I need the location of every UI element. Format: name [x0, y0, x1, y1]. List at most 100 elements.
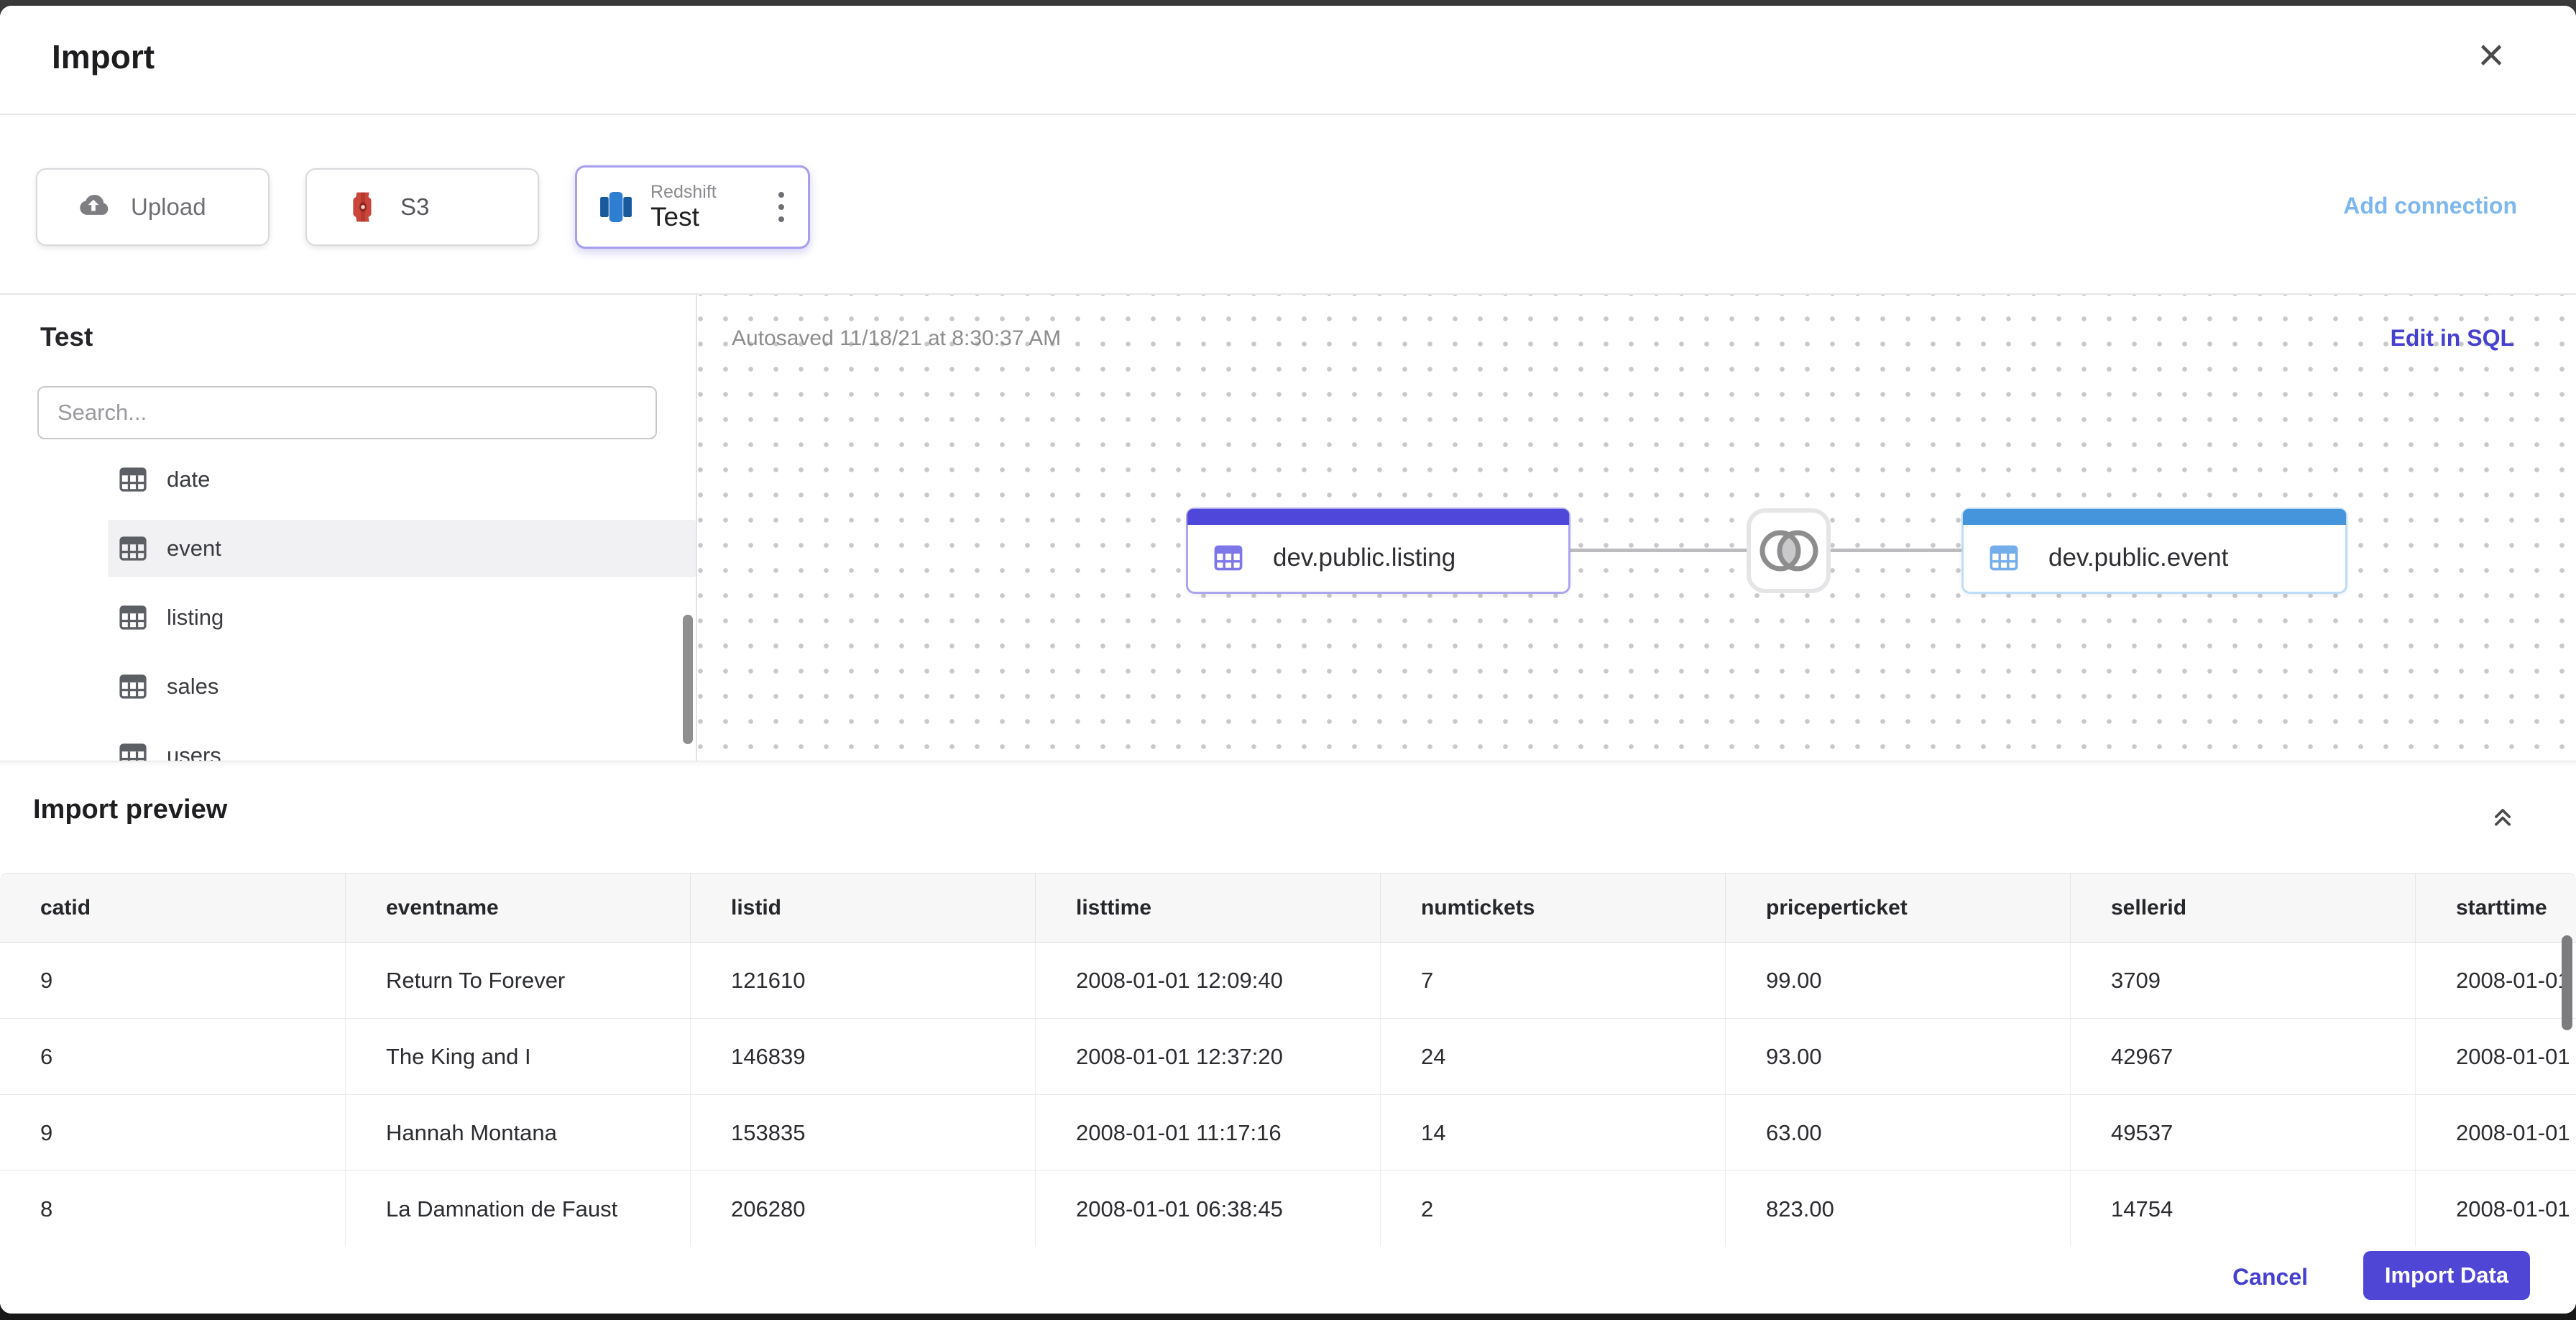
- table-icon: [1211, 541, 1246, 575]
- table-cell: The King and I: [345, 1019, 690, 1094]
- node-label: dev.public.event: [2048, 544, 2229, 572]
- sidebar-item-event[interactable]: event: [108, 520, 696, 577]
- upload-label: Upload: [131, 193, 206, 220]
- table-cell: 2008-01-01 1: [2415, 1019, 2576, 1094]
- node-label: dev.public.listing: [1273, 544, 1456, 572]
- table-cell: 2008-01-01 1: [2415, 943, 2576, 1018]
- table-icon: [116, 601, 150, 634]
- sidebar-item-listing[interactable]: listing: [108, 589, 696, 646]
- import-data-button[interactable]: Import Data: [2363, 1251, 2530, 1300]
- autosave-status: Autosaved 11/18/21 at 8:30:37 AM: [732, 326, 1062, 350]
- table-cell: 206280: [690, 1171, 1035, 1247]
- table-icon: [1987, 541, 2021, 575]
- column-header-listid: listid: [690, 874, 1035, 942]
- column-header-sellerid: sellerid: [2070, 874, 2415, 942]
- table-cell: 2008-01-01 12:09:40: [1035, 943, 1380, 1018]
- column-header-starttime: starttime: [2415, 874, 2576, 942]
- redshift-source-button[interactable]: Redshift Test: [575, 165, 810, 249]
- table-name: sales: [167, 674, 219, 699]
- source-picker-row: Upload S3 Redshift Test Add connection: [0, 115, 2576, 295]
- kebab-menu-icon[interactable]: [773, 186, 790, 228]
- node-dev-public-listing[interactable]: dev.public.listing: [1186, 508, 1570, 594]
- node-dev-public-event[interactable]: dev.public.event: [1961, 508, 2347, 594]
- table-cell: 7: [1380, 943, 1725, 1018]
- collapse-chevrons-icon[interactable]: [2483, 796, 2523, 836]
- table-icon: [116, 532, 150, 565]
- table-cell: 121610: [690, 943, 1035, 1018]
- sidebar-item-sales[interactable]: sales: [108, 658, 696, 715]
- dialog-footer: Cancel Import Data: [0, 1247, 2576, 1314]
- table-name: listing: [167, 605, 224, 630]
- connection-title: Test: [40, 322, 93, 352]
- s3-source-button[interactable]: S3: [305, 168, 539, 246]
- table-cell: 823.00: [1725, 1171, 2070, 1247]
- table-cell: 2008-01-01 12:37:20: [1035, 1019, 1380, 1094]
- table-cell: 2008-01-01 11:17:16: [1035, 1095, 1380, 1170]
- table-icon: [116, 739, 150, 761]
- edit-in-sql-link[interactable]: Edit in SQL: [2391, 325, 2514, 352]
- table-row: 6 The King and I 146839 2008-01-01 12:37:20…: [0, 1019, 2576, 1095]
- table-row: 8 La Damnation de Faust 206280 2008-01-01 0…: [0, 1171, 2576, 1247]
- preview-table: catid eventname listid listtime numtickets pr…: [0, 873, 2576, 1247]
- table-cell: 49537: [2070, 1095, 2415, 1170]
- sidebar-item-users[interactable]: users: [108, 727, 696, 761]
- table-icon: [116, 463, 150, 496]
- column-header-eventname: eventname: [345, 874, 690, 942]
- sidebar-scrollbar[interactable]: [683, 615, 693, 744]
- upload-source-button[interactable]: Upload: [36, 168, 270, 246]
- table-cell: 2008-01-01 1: [2415, 1171, 2576, 1247]
- table-cell: 9: [40, 967, 53, 993]
- node-accent-bar: [1187, 509, 1569, 525]
- join-icon[interactable]: [1747, 508, 1831, 593]
- import-preview-title: Import preview: [33, 794, 228, 825]
- table-list: date event listing sales users: [0, 451, 696, 761]
- table-cell: 146839: [690, 1019, 1035, 1094]
- table-cell: 63.00: [1725, 1095, 2070, 1170]
- table-cell: 6: [40, 1043, 53, 1069]
- table-cell: Hannah Montana: [345, 1095, 690, 1170]
- search-input[interactable]: [37, 386, 657, 439]
- table-cell: 99.00: [1725, 943, 2070, 1018]
- table-cell: 24: [1380, 1019, 1725, 1094]
- table-cell: 9: [40, 1119, 53, 1145]
- sidebar-item-date[interactable]: date: [108, 451, 696, 508]
- table-row: 9 Return To Forever 121610 2008-01-01 12:09…: [0, 943, 2576, 1019]
- upload-cloud-icon: [75, 188, 112, 226]
- cancel-button[interactable]: Cancel: [2232, 1264, 2308, 1291]
- table-name: users: [167, 743, 221, 761]
- table-cell: 14: [1380, 1095, 1725, 1170]
- column-header-catid: catid: [40, 895, 91, 920]
- preview-table-body: 9 Return To Forever 121610 2008-01-01 12:09…: [0, 943, 2576, 1247]
- table-cell: 3709: [2070, 943, 2415, 1018]
- table-icon: [116, 670, 150, 703]
- workspace: Test date event listing sales users Autosave…: [0, 295, 2576, 761]
- column-header-priceperticket: priceperticket: [1725, 874, 2070, 942]
- connector-line-left: [1570, 549, 1748, 552]
- table-cell: 93.00: [1725, 1019, 2070, 1094]
- table-cell: Return To Forever: [345, 943, 690, 1018]
- column-header-numtickets: numtickets: [1380, 874, 1725, 942]
- table-cell: 2008-01-01 1: [2415, 1095, 2576, 1170]
- redshift-connection-name: Test: [650, 202, 699, 232]
- join-canvas: Autosaved 11/18/21 at 8:30:37 AM Edit in…: [697, 295, 2576, 761]
- connector-line-right: [1831, 549, 1963, 552]
- schema-sidebar: Test date event listing sales users: [0, 295, 696, 761]
- table-cell: 8: [40, 1196, 53, 1222]
- redshift-icon: [596, 187, 636, 227]
- table-name: event: [167, 536, 221, 561]
- close-icon[interactable]: ×: [2462, 26, 2520, 83]
- table-cell: La Damnation de Faust: [345, 1171, 690, 1247]
- table-cell: 42967: [2070, 1019, 2415, 1094]
- table-cell: 2: [1380, 1171, 1725, 1247]
- add-connection-link[interactable]: Add connection: [2343, 193, 2517, 219]
- table-cell: 153835: [690, 1095, 1035, 1170]
- table-cell: 14754: [2070, 1171, 2415, 1247]
- dialog-header: Import ×: [0, 6, 2576, 115]
- column-header-listtime: listtime: [1035, 874, 1380, 942]
- s3-icon: [344, 188, 382, 226]
- table-scrollbar[interactable]: [2562, 935, 2572, 1030]
- table-name: date: [167, 467, 211, 492]
- node-accent-bar: [1963, 509, 2346, 525]
- import-dialog: Import × Upload S3 Redshift Test Add con…: [0, 6, 2576, 1314]
- s3-label: S3: [400, 193, 430, 220]
